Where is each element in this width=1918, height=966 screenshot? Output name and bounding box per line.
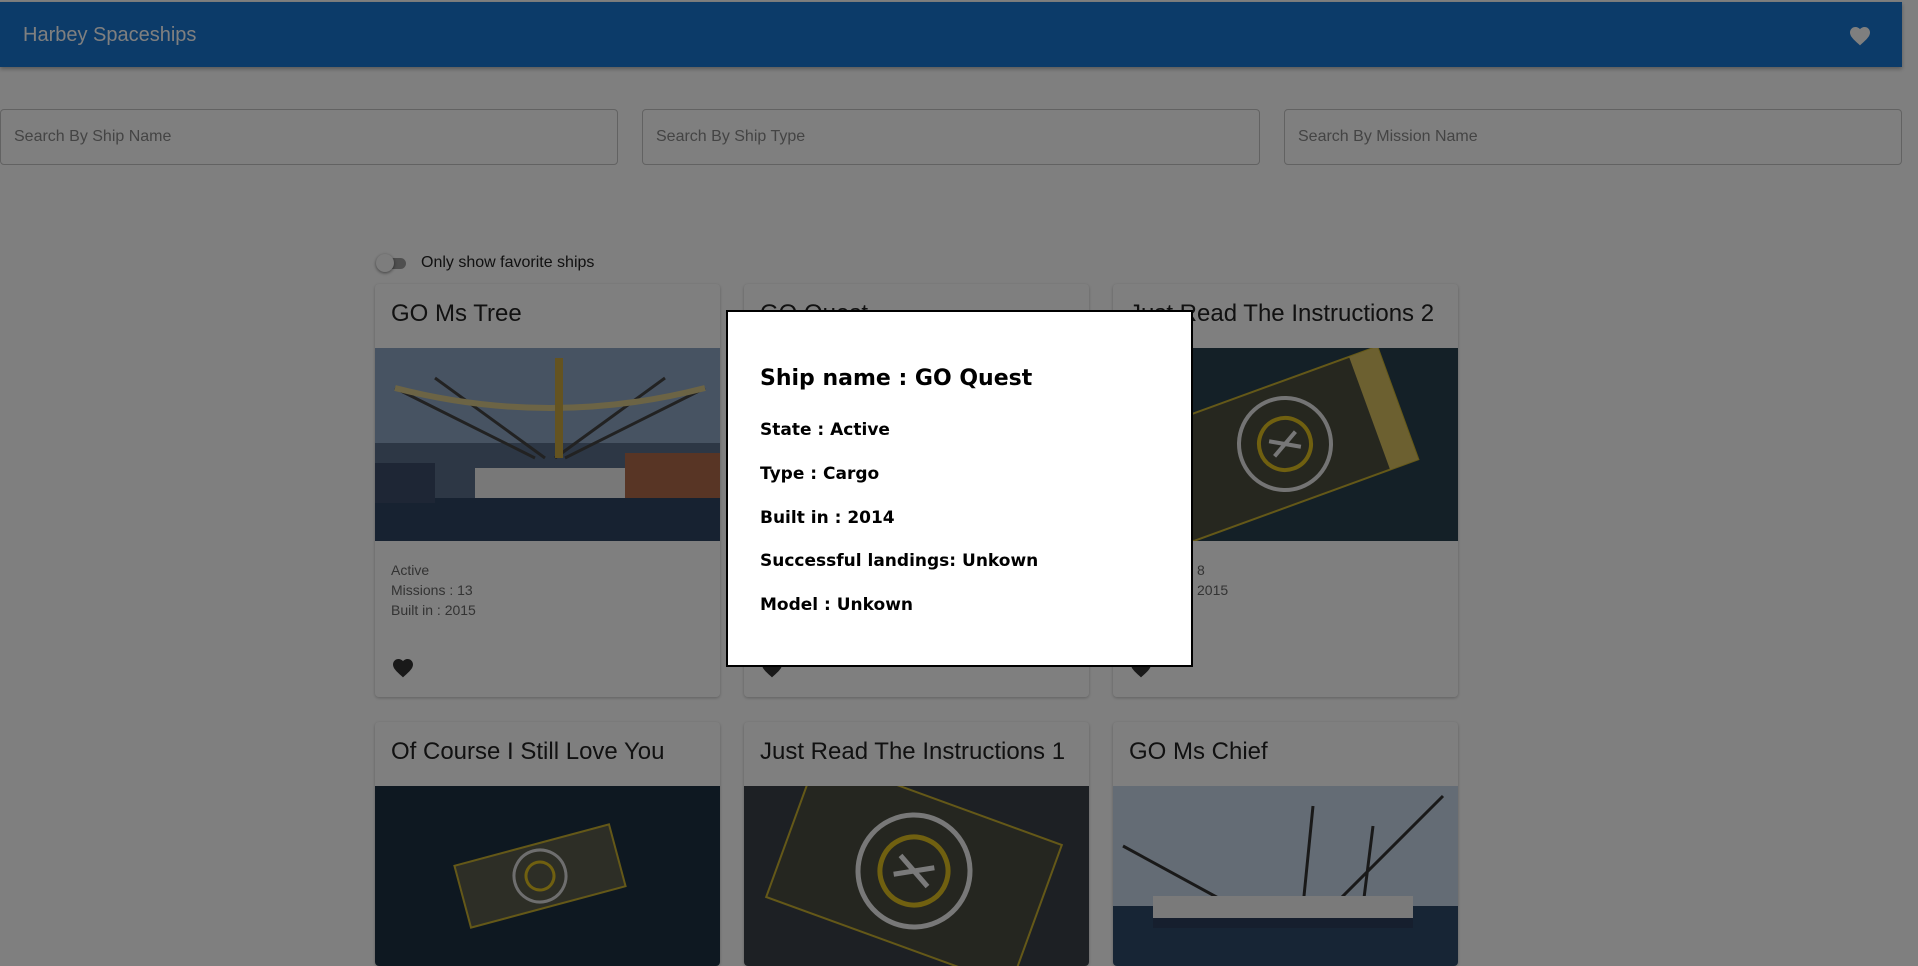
modal-ship-landings: Successful landings: Unkown (760, 551, 1039, 571)
modal-ship-name: Ship name : GO Quest (760, 366, 1033, 391)
modal-ship-type: Type : Cargo (760, 464, 880, 484)
modal-ship-model: Model : Unkown (760, 595, 913, 615)
ship-details-modal: Ship name : GO Quest State : Active Type… (726, 310, 1193, 667)
modal-ship-state: State : Active (760, 420, 890, 440)
modal-ship-built: Built in : 2014 (760, 508, 895, 528)
